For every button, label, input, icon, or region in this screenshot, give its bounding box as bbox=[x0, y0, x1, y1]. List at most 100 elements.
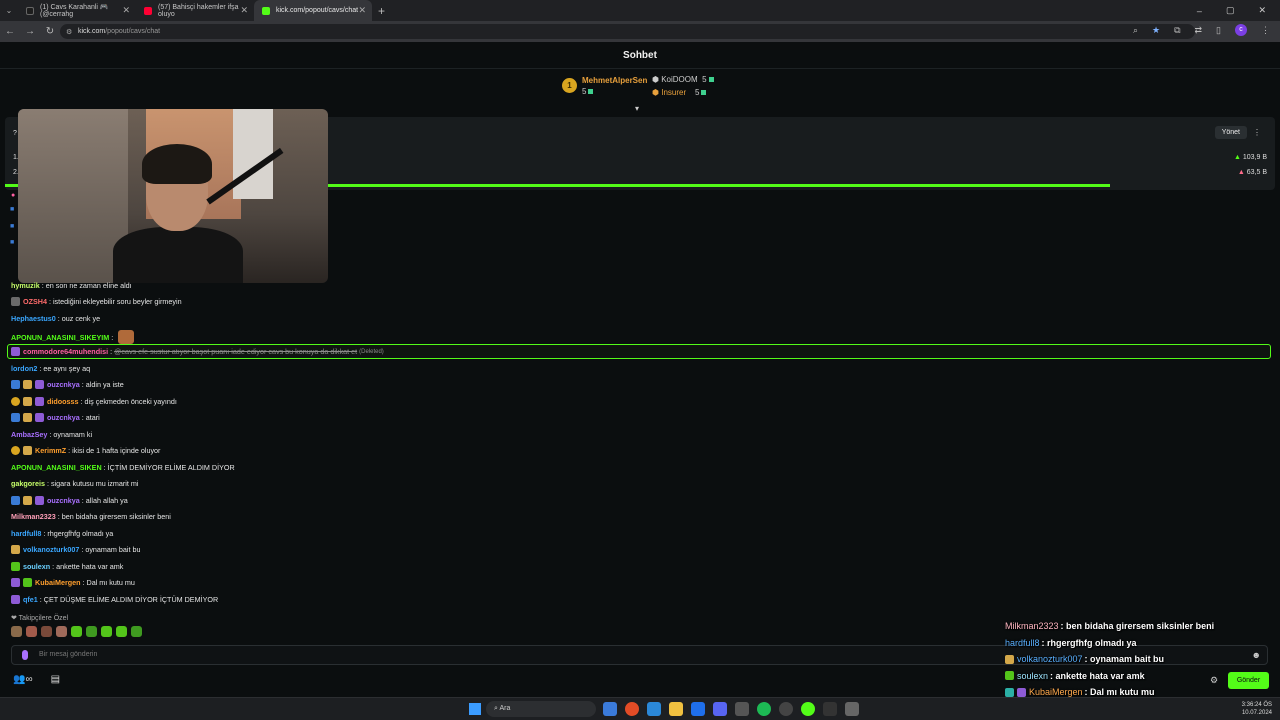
chat-message-text: : İÇTİM DEMİYOR ELİME ALDIM DİYOR bbox=[103, 463, 235, 472]
discord-icon[interactable] bbox=[713, 702, 727, 716]
chat-username[interactable]: ouzcnkya bbox=[47, 496, 80, 505]
poll-manage-button[interactable]: Yönet bbox=[1214, 126, 1247, 139]
app-icon[interactable] bbox=[823, 702, 837, 716]
chat-username[interactable]: gakgoreis bbox=[11, 479, 45, 488]
leader-1-name[interactable]: MehmetAlperSen bbox=[582, 76, 647, 85]
chrome-active-icon[interactable] bbox=[801, 702, 815, 716]
chat-username[interactable]: hymuzik bbox=[11, 281, 40, 290]
viewer-count[interactable]: 👥∞ bbox=[13, 674, 33, 685]
overlay-message: volkanozturk007 : oynamam bait bu bbox=[1005, 654, 1164, 664]
chat-username[interactable]: ouzcnkya bbox=[47, 380, 80, 389]
emote[interactable] bbox=[131, 626, 142, 637]
edge-icon[interactable] bbox=[647, 702, 661, 716]
emote[interactable] bbox=[26, 626, 37, 637]
chat-message: KubaiMergen: Dal mı kutu mu bbox=[11, 578, 135, 587]
poll-more-icon[interactable]: ⋮ bbox=[1253, 128, 1261, 137]
emote[interactable] bbox=[101, 626, 112, 637]
zoom-icon[interactable]: ⌕ bbox=[1133, 25, 1138, 36]
new-tab-button[interactable]: + bbox=[378, 4, 385, 18]
reload-icon[interactable]: ↻ bbox=[40, 26, 60, 37]
browser-tab-2[interactable]: (57) Bahisçi hakemler ifşa oluyo ✕ bbox=[136, 0, 254, 21]
webcam-window bbox=[233, 109, 273, 199]
chat-username[interactable]: APONUN_ANASINI_SIKEYIM bbox=[11, 333, 109, 342]
system-clock[interactable]: 3:36:24 ÖS 10.07.2024 bbox=[1242, 701, 1272, 717]
spotify-icon[interactable] bbox=[757, 702, 771, 716]
bookmark-star-icon[interactable]: ★ bbox=[1152, 25, 1160, 36]
chrome-icon[interactable] bbox=[625, 702, 639, 716]
app-icon[interactable] bbox=[735, 702, 749, 716]
chat-username[interactable]: OZSH4 bbox=[23, 297, 47, 306]
folder-icon[interactable] bbox=[669, 702, 683, 716]
emote[interactable] bbox=[116, 626, 127, 637]
chat-message-text: @cavs efe sustur atıyor başot puanı iade… bbox=[114, 347, 358, 356]
chat-message: AmbazSey: oynamam ki bbox=[11, 430, 92, 439]
obs-icon[interactable] bbox=[779, 702, 793, 716]
chat-message: volkanozturk007: oynamam bait bu bbox=[11, 545, 140, 554]
sidepanel-icon[interactable]: ▯ bbox=[1216, 25, 1221, 36]
maximize-icon[interactable]: ▢ bbox=[1226, 5, 1235, 16]
site-info-icon[interactable]: ⚙ bbox=[66, 28, 72, 36]
chat-username[interactable]: KubaiMergen bbox=[35, 578, 81, 587]
emote[interactable] bbox=[11, 626, 22, 637]
browser-tab-3[interactable]: kick.com/popout/cavs/chat ✕ bbox=[254, 0, 372, 21]
mic-icon[interactable] bbox=[22, 650, 28, 660]
tab-search-icon[interactable]: ⌄ bbox=[0, 6, 18, 15]
chat-username[interactable]: didoosss bbox=[47, 397, 79, 406]
app-icon[interactable] bbox=[691, 702, 705, 716]
chat-username[interactable]: Milkman2323 bbox=[11, 512, 56, 521]
overlay-username: hardfull8 bbox=[1005, 637, 1040, 648]
browser-tab-1[interactable]: (1) Cavs Karahanli 🎮 (@cerrahg ✕ bbox=[18, 0, 136, 21]
chat-message: Hephaestus0: ouz cenk ye bbox=[11, 314, 100, 323]
overlay-username: Milkman2323 bbox=[1005, 621, 1059, 631]
overlay-message: KubaiMergen : Dal mı kutu mu bbox=[1005, 687, 1155, 697]
leader-3[interactable]: ⬢ Insurer 5 bbox=[652, 88, 707, 97]
emoji-icon[interactable]: ☻ bbox=[1252, 650, 1261, 660]
settings-gear-icon[interactable]: ⚙ bbox=[1210, 675, 1218, 686]
overlay-message-text: : Dal mı kutu mu bbox=[1084, 687, 1155, 697]
chat-username[interactable]: soulexn bbox=[23, 562, 50, 571]
emote[interactable] bbox=[71, 626, 82, 637]
gift-leaderboard: 1 MehmetAlperSen 5 ⬢ KoiDOOM 5 ⬢ Insurer… bbox=[560, 75, 730, 105]
forward-icon[interactable]: → bbox=[20, 26, 40, 37]
overlay-message-text: : ben bidaha girersem siksinler beni bbox=[1060, 621, 1215, 631]
overlay-message: hardfull8 : rhgergfhfg olmadı ya bbox=[1005, 638, 1137, 648]
minimize-icon[interactable]: – bbox=[1197, 6, 1202, 16]
profile-avatar[interactable]: c bbox=[1235, 24, 1247, 36]
back-icon[interactable]: ← bbox=[0, 26, 20, 37]
chat-username[interactable]: KerimmZ bbox=[35, 446, 66, 455]
chat-message-text: : diş çekmeden önceki yayındı bbox=[80, 397, 177, 406]
purple-badge-icon bbox=[11, 578, 20, 587]
chat-username[interactable]: Hephaestus0 bbox=[11, 314, 56, 323]
close-tab-icon[interactable]: ✕ bbox=[240, 5, 248, 16]
store-icon[interactable]: ▤ bbox=[51, 674, 60, 685]
close-tab-icon[interactable]: ✕ bbox=[122, 5, 130, 16]
blue-badge-icon bbox=[11, 496, 20, 505]
chat-username[interactable]: ouzcnkya bbox=[47, 413, 80, 422]
chat-username[interactable]: qfe1 bbox=[23, 595, 38, 604]
close-tab-icon[interactable]: ✕ bbox=[358, 5, 366, 16]
extension-icon[interactable]: ⇄ bbox=[1195, 25, 1203, 36]
close-window-icon[interactable]: ✕ bbox=[1258, 5, 1266, 16]
chat-username[interactable]: AmbazSey bbox=[11, 430, 47, 439]
chat-message-text: : ouz cenk ye bbox=[57, 314, 101, 323]
overlay-username: KubaiMergen bbox=[1029, 687, 1083, 697]
address-bar[interactable]: ⚙ kick.com/popout/cavs/chat bbox=[60, 24, 1195, 39]
chat-username[interactable]: lordon2 bbox=[11, 364, 37, 373]
taskbar-search[interactable]: ⌕ Ara bbox=[486, 701, 596, 717]
chat-username[interactable]: commodore64muhendisi bbox=[23, 347, 108, 356]
windows-start-icon[interactable] bbox=[469, 703, 481, 715]
send-button[interactable]: Gönder bbox=[1228, 672, 1269, 689]
browser-menu-icon[interactable]: ⋮ bbox=[1261, 25, 1270, 36]
emote[interactable] bbox=[56, 626, 67, 637]
expand-leaderboard-icon[interactable]: ▾ bbox=[635, 104, 639, 113]
app-icon[interactable] bbox=[603, 702, 617, 716]
emote[interactable] bbox=[41, 626, 52, 637]
chat-username[interactable]: APONUN_ANASINI_SIKEN bbox=[11, 463, 102, 472]
emote[interactable] bbox=[86, 626, 97, 637]
extensions-icon[interactable]: ⧉ bbox=[1174, 25, 1180, 36]
leader-2[interactable]: ⬢ KoiDOOM 5 bbox=[652, 75, 714, 84]
poll-option-1-value: ▲ 103,9 B bbox=[1233, 154, 1267, 161]
app-icon[interactable] bbox=[845, 702, 859, 716]
chat-username[interactable]: volkanozturk007 bbox=[23, 545, 79, 554]
chat-username[interactable]: hardfull8 bbox=[11, 529, 41, 538]
